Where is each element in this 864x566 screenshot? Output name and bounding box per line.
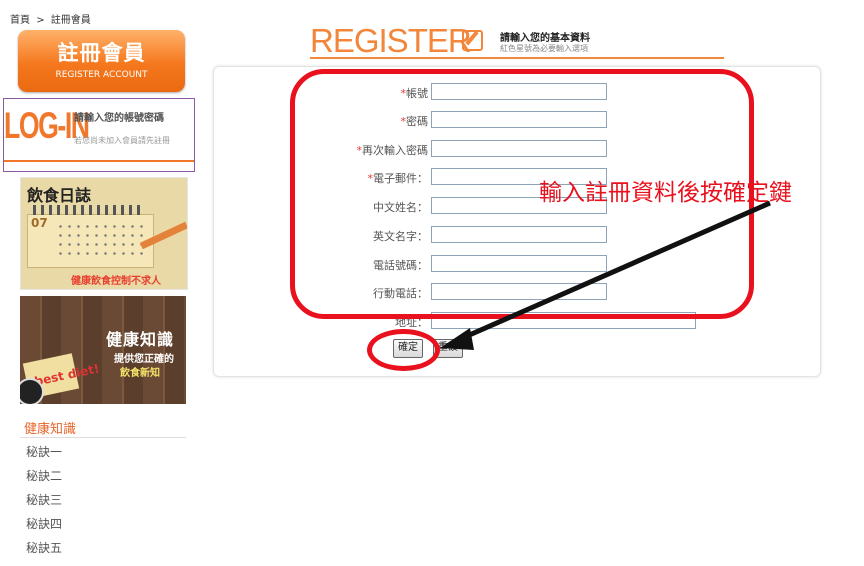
- arrow-shaft: [456, 200, 772, 343]
- annotation-arrow: [440, 200, 772, 350]
- arrow-head: [440, 328, 474, 350]
